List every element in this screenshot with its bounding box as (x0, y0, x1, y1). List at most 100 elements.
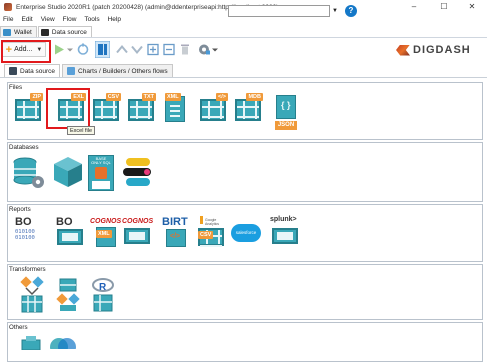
help-icon[interactable]: ? (345, 5, 357, 17)
menu-file[interactable]: File (3, 16, 13, 23)
json-document-icon: { } (276, 95, 296, 119)
menu-view[interactable]: View (41, 16, 55, 23)
sub-tabs: Data source Charts / Builders / Others f… (0, 64, 487, 78)
files-section-title: Files (9, 84, 23, 91)
search-dropdown-icon[interactable]: ▼ (330, 5, 340, 17)
transformer-merge-icon[interactable] (18, 276, 46, 314)
database-config-icon[interactable] (12, 156, 46, 190)
base-only-sql-button[interactable]: BASE ONLY SQL (88, 155, 114, 191)
run-icon[interactable] (52, 42, 66, 57)
layout-toggle-icon[interactable] (95, 41, 110, 58)
report-cognos-xml-button[interactable]: COGNOS XML (90, 218, 122, 252)
report-bo-button[interactable]: BO 010100 010100 (14, 216, 46, 252)
salesforce-cloud-icon: salesforce (231, 224, 261, 242)
json-tag: JSON (275, 121, 297, 130)
transformers-section-title: Transformers (9, 266, 46, 273)
expand-all-icon[interactable] (146, 42, 160, 57)
tab-charts-builders[interactable]: Charts / Builders / Others flows (62, 64, 173, 77)
run-dropdown-icon[interactable] (66, 42, 74, 57)
cognos-xml-tag: XML (96, 230, 112, 238)
minimize-button[interactable]: – (401, 0, 427, 14)
bo-screen-label: BO (56, 216, 73, 228)
file-csv-button[interactable]: CSV (91, 93, 121, 123)
reports-section-title: Reports (9, 206, 31, 213)
document-tabs: Wallet Data source (0, 26, 487, 38)
splunk-screen-icon (272, 228, 298, 244)
file-xml-button[interactable]: XML (159, 93, 189, 123)
settings-icon[interactable] (197, 42, 211, 57)
olap-cube-icon[interactable] (52, 155, 84, 189)
search-input[interactable] (228, 5, 330, 17)
add-button-highlight (1, 40, 51, 63)
menu-edit[interactable]: Edit (21, 16, 32, 23)
databases-section-title: Databases (9, 144, 39, 151)
others-section-title: Others (9, 324, 28, 331)
reports-section: Reports BO 010100 010100 BO COGNOS XML CO… (7, 204, 483, 262)
report-salesforce-button[interactable]: salesforce (231, 218, 265, 248)
file-txt-button[interactable]: TXT (126, 93, 156, 123)
file-zip-button[interactable]: ZIP (13, 93, 43, 123)
screen-icon (57, 229, 83, 245)
mdb-table-icon (235, 99, 261, 121)
file-html-button[interactable]: </> (198, 93, 228, 123)
logo-mark-icon (396, 44, 410, 56)
trash-icon[interactable] (178, 42, 192, 57)
data-source-tab-icon (9, 67, 17, 75)
transformers-section: Transformers R (7, 264, 483, 320)
report-birt-button[interactable]: BIRT </> (160, 216, 192, 252)
tab-data-source-panel[interactable]: Data source (4, 64, 61, 77)
move-down-icon[interactable] (130, 42, 144, 57)
refresh-icon[interactable] (76, 42, 90, 57)
txt-tag: TXT (141, 93, 156, 101)
menu-flow[interactable]: Flow (63, 16, 77, 23)
csv-tag: CSV (105, 93, 121, 101)
file-mdb-button[interactable]: MDB (233, 93, 263, 123)
other-venn-icon[interactable] (48, 335, 78, 349)
tab-data-source-panel-label: Data source (20, 67, 56, 75)
file-json-button[interactable]: { } JSON (270, 93, 300, 133)
report-bo-screen-button[interactable]: BO (55, 216, 87, 252)
html-tag: </> (216, 93, 228, 101)
menu-bar: File Edit View Flow Tools Help (0, 14, 129, 25)
birt-label: BIRT (162, 216, 188, 228)
zip-tag: ZIP (30, 93, 43, 101)
csv-table-icon (93, 99, 119, 121)
data-source-icon (40, 28, 49, 36)
logo: DIGDASH (396, 44, 471, 56)
transformer-split-icon[interactable] (54, 277, 82, 313)
menu-help[interactable]: Help (108, 16, 121, 23)
move-up-icon[interactable] (115, 42, 129, 57)
tab-data-source[interactable]: Data source (37, 26, 92, 37)
sql-db-icon (95, 167, 107, 179)
xml-tag: XML (165, 93, 181, 101)
zip-table-icon (15, 99, 41, 121)
excel-tag: EXL (71, 93, 86, 101)
birt-document-icon: </> (166, 229, 186, 247)
menu-tools[interactable]: Tools (84, 16, 99, 23)
databases-section: Databases BASE ONLY SQL (7, 142, 483, 202)
charts-tab-icon (67, 67, 76, 75)
binary-icon: 010100 010100 (15, 229, 35, 241)
svg-text:R: R (99, 282, 107, 293)
transformer-r-icon[interactable]: R (90, 277, 116, 313)
ga-csv-tag: CSV (198, 231, 214, 239)
wallet-icon (3, 28, 11, 36)
txt-table-icon (128, 99, 154, 121)
cognos-screen-label: COGNOS (122, 218, 154, 225)
report-google-analytics-csv-button[interactable]: Google Analytics CSV (196, 216, 228, 252)
bo-label: BO (15, 216, 32, 228)
close-button[interactable]: ✕ (459, 0, 485, 14)
splunk-label: splunk> (270, 216, 297, 223)
report-cognos-screen-button[interactable]: COGNOS (122, 218, 154, 252)
tab-charts-builders-label: Charts / Builders / Others flows (78, 67, 168, 75)
settings-dropdown-icon[interactable] (211, 42, 219, 57)
report-splunk-button[interactable]: splunk> (270, 216, 304, 252)
elastic-icon[interactable] (121, 156, 153, 188)
tab-wallet[interactable]: Wallet (0, 26, 37, 37)
cognos-label: COGNOS (90, 218, 122, 225)
others-section: Others (7, 322, 483, 362)
other-source-icon[interactable] (20, 334, 42, 350)
collapse-all-icon[interactable] (162, 42, 176, 57)
maximize-button[interactable]: ☐ (431, 0, 457, 14)
base-only-sql-label: BASE ONLY SQL (91, 156, 111, 165)
